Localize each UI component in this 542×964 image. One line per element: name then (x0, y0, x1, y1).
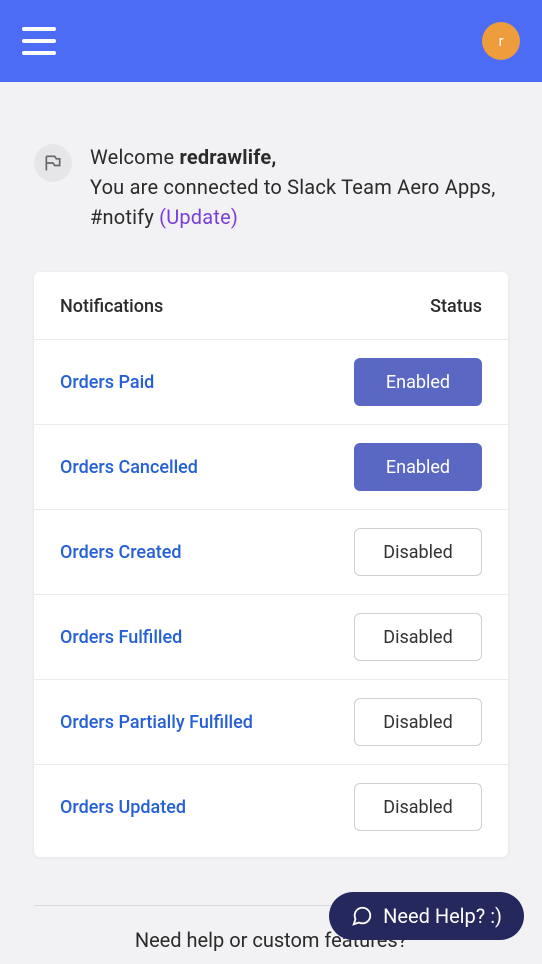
chat-icon (351, 905, 373, 927)
avatar-initial: r (498, 32, 503, 50)
welcome-block: Welcome redrawlife, You are connected to… (34, 142, 508, 232)
welcome-connection: You are connected to Slack Team Aero App… (90, 175, 495, 229)
notification-row: Orders Partially Fulfilled Disabled (34, 680, 508, 765)
welcome-text: Welcome redrawlife, You are connected to… (90, 142, 508, 232)
top-bar: r (0, 0, 542, 82)
status-enabled-button[interactable]: Enabled (354, 358, 482, 406)
welcome-username: redrawlife (180, 145, 272, 169)
status-disabled-button[interactable]: Disabled (354, 613, 482, 661)
menu-icon[interactable] (22, 27, 56, 55)
card-header: Notifications Status (34, 272, 508, 340)
col-status: Status (430, 296, 482, 317)
update-link[interactable]: (Update) (159, 205, 238, 229)
avatar[interactable]: r (482, 22, 520, 60)
notification-row: Orders Cancelled Enabled (34, 425, 508, 510)
notification-row: Orders Created Disabled (34, 510, 508, 595)
flag-icon (34, 144, 72, 182)
notification-label[interactable]: Orders Cancelled (60, 457, 198, 478)
notification-label[interactable]: Orders Partially Fulfilled (60, 712, 253, 733)
welcome-comma: , (271, 145, 276, 169)
notification-row: Orders Paid Enabled (34, 340, 508, 425)
notification-label[interactable]: Orders Updated (60, 797, 186, 818)
status-disabled-button[interactable]: Disabled (354, 528, 482, 576)
welcome-prefix: Welcome (90, 145, 180, 169)
status-disabled-button[interactable]: Disabled (354, 698, 482, 746)
need-help-label: Need Help? :) (383, 904, 502, 928)
main-content: Welcome redrawlife, You are connected to… (0, 82, 542, 952)
col-notifications: Notifications (60, 296, 163, 317)
status-enabled-button[interactable]: Enabled (354, 443, 482, 491)
notification-label[interactable]: Orders Paid (60, 372, 154, 393)
notifications-card: Notifications Status Orders PaidEnabledO… (34, 272, 508, 857)
notification-row: Orders Fulfilled Disabled (34, 595, 508, 680)
status-disabled-button[interactable]: Disabled (354, 783, 482, 831)
notification-row: Orders Updated Disabled (34, 765, 508, 857)
need-help-button[interactable]: Need Help? :) (329, 892, 524, 940)
notification-label[interactable]: Orders Created (60, 542, 182, 563)
notification-label[interactable]: Orders Fulfilled (60, 627, 182, 648)
